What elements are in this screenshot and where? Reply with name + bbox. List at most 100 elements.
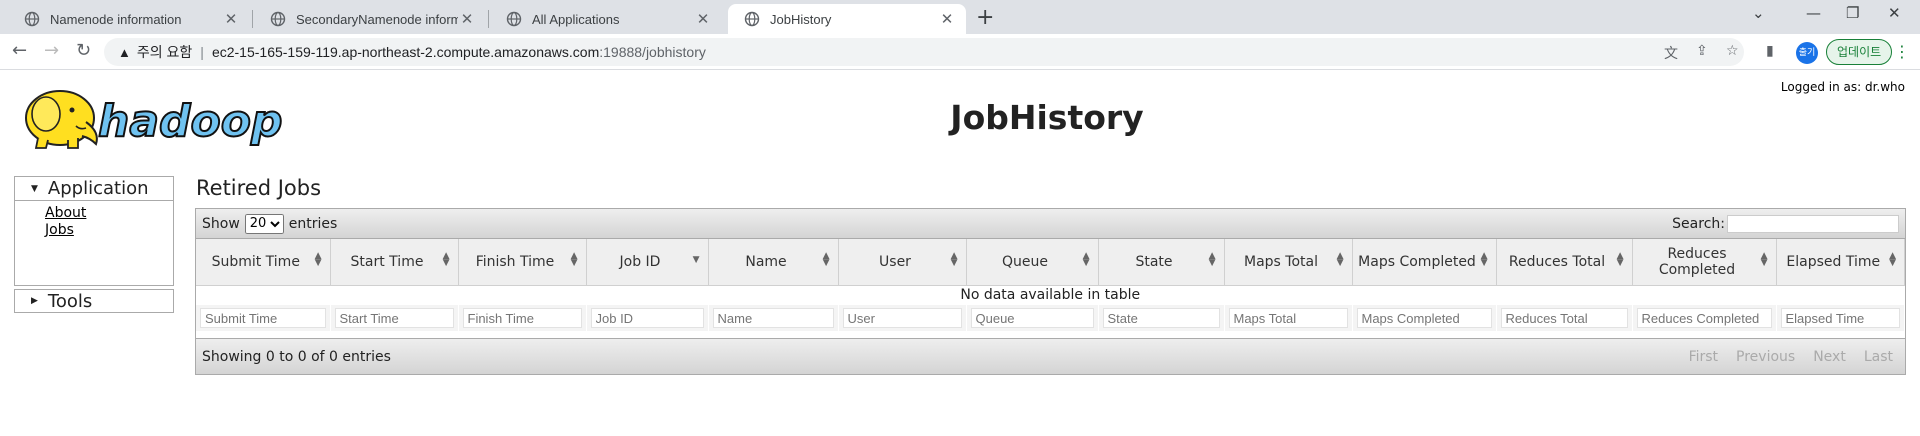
address-divider: | bbox=[200, 44, 204, 60]
close-icon[interactable]: ✕ bbox=[222, 10, 240, 28]
table-toolbar: Show 20 entries Search: bbox=[196, 209, 1905, 239]
column-header[interactable]: Maps Completed ▲ ▼ bbox=[1352, 239, 1497, 286]
filter-input-elapsed-time[interactable] bbox=[1780, 308, 1900, 328]
share-icon[interactable]: ⇪ bbox=[1696, 43, 1708, 59]
sidebar-section-application: ▼ Application About Jobs bbox=[14, 176, 174, 286]
avatar[interactable]: 출기 bbox=[1796, 42, 1818, 64]
filter-input-reduces-total[interactable] bbox=[1500, 308, 1628, 328]
filter-input-finish-time[interactable] bbox=[462, 308, 582, 328]
forward-arrow-icon[interactable]: → bbox=[44, 40, 59, 61]
filter-input-maps-completed[interactable] bbox=[1356, 308, 1492, 328]
column-header[interactable]: Start Time ▲ ▼ bbox=[330, 239, 459, 286]
restore-icon[interactable]: ❐ bbox=[1846, 4, 1859, 22]
tab-title: JobHistory bbox=[770, 11, 832, 27]
bookmark-star-icon[interactable]: ☆ bbox=[1726, 43, 1739, 59]
side-panel-icon[interactable]: ▮ bbox=[1766, 43, 1774, 59]
tab-title: All Applications bbox=[532, 11, 620, 27]
filter-input-reduces-completed[interactable] bbox=[1636, 308, 1772, 328]
sidebar-header-application[interactable]: ▼ Application bbox=[15, 177, 173, 201]
update-button[interactable]: 업데이트 bbox=[1826, 39, 1893, 65]
tab-separator bbox=[252, 10, 253, 28]
filter-input-state[interactable] bbox=[1102, 308, 1220, 328]
tab-title: Namenode information bbox=[50, 11, 182, 27]
globe-icon bbox=[24, 11, 40, 27]
column-header[interactable]: User ▲ ▼ bbox=[838, 239, 967, 286]
filter-row bbox=[196, 305, 1905, 331]
sort-icon: ▲ ▼ bbox=[314, 251, 322, 268]
tab-separator bbox=[488, 10, 489, 28]
show-label: Show bbox=[202, 215, 240, 232]
section-title: Retired Jobs bbox=[196, 176, 322, 200]
warning-icon[interactable]: ▲ bbox=[118, 45, 131, 60]
table-header-row: Submit Time ▲ ▼ Start Time ▲ ▼ Finish Time ▲ ▼… bbox=[196, 239, 1905, 286]
browser-tab-bar: Namenode information ✕ SecondaryNamenode… bbox=[0, 0, 1920, 34]
filter-input-job-id[interactable] bbox=[590, 308, 704, 328]
tab-all-applications[interactable]: All Applications ✕ bbox=[490, 4, 722, 34]
security-warning-label[interactable]: 주의 요함 bbox=[137, 42, 192, 62]
pager-last-button[interactable]: Last bbox=[1864, 349, 1893, 365]
sort-icon: ▲ ▼ bbox=[1336, 251, 1344, 268]
sort-icon: ▲ ▼ bbox=[1889, 251, 1896, 268]
filter-input-maps-total[interactable] bbox=[1228, 308, 1348, 328]
column-header[interactable]: Queue ▲ ▼ bbox=[966, 239, 1099, 286]
filter-input-start-time[interactable] bbox=[334, 308, 454, 328]
sort-icon: ▲ ▼ bbox=[1082, 251, 1090, 268]
column-header[interactable]: Elapsed Time ▲ ▼ bbox=[1776, 239, 1905, 286]
sort-icon: ▲ ▼ bbox=[1208, 251, 1216, 268]
page-content: Logged in as: dr.who hadoop JobHistory ▼… bbox=[0, 70, 1920, 436]
column-header[interactable]: Reduces Completed ▲ ▼ bbox=[1632, 239, 1777, 286]
filter-input-name[interactable] bbox=[712, 308, 834, 328]
tab-jobhistory[interactable]: JobHistory ✕ bbox=[728, 4, 966, 34]
pager-next-button[interactable]: Next bbox=[1813, 349, 1846, 365]
sort-desc-icon: ▼ bbox=[692, 255, 700, 265]
more-menu-icon[interactable]: ⋮ bbox=[1894, 42, 1910, 61]
new-tab-button[interactable]: + bbox=[976, 5, 994, 30]
chevron-down-icon[interactable]: ⌄ bbox=[1752, 4, 1765, 22]
hadoop-logo: hadoop bbox=[25, 90, 283, 149]
page-size-select[interactable]: 20 bbox=[244, 213, 284, 234]
pager-first-button[interactable]: First bbox=[1689, 349, 1718, 365]
close-icon[interactable]: ✕ bbox=[458, 10, 476, 28]
url-host: ec2-15-165-159-119.ap-northeast-2.comput… bbox=[211, 44, 600, 60]
column-header[interactable]: Reduces Total ▲ ▼ bbox=[1496, 239, 1633, 286]
tab-secondarynamenode[interactable]: SecondaryNamenode information ✕ bbox=[254, 4, 486, 34]
sidebar-link-jobs[interactable]: Jobs bbox=[45, 222, 173, 239]
column-header[interactable]: Job ID ▼ bbox=[586, 239, 709, 286]
close-window-icon[interactable]: ✕ bbox=[1888, 4, 1901, 22]
filter-input-user[interactable] bbox=[842, 308, 962, 328]
logo-wordmark: hadoop bbox=[98, 96, 282, 147]
back-arrow-icon[interactable]: ← bbox=[12, 40, 27, 61]
jobs-table: Submit Time ▲ ▼ Start Time ▲ ▼ Finish Time ▲ ▼… bbox=[196, 239, 1905, 331]
search-label: Search: bbox=[1672, 215, 1725, 232]
column-header[interactable]: Maps Total ▲ ▼ bbox=[1224, 239, 1353, 286]
table-row: No data available in table bbox=[196, 285, 1905, 305]
column-header[interactable]: Finish Time ▲ ▼ bbox=[458, 239, 587, 286]
column-header[interactable]: State ▲ ▼ bbox=[1098, 239, 1225, 286]
sort-icon: ▲ ▼ bbox=[1760, 251, 1768, 268]
sidebar-header-label: Tools bbox=[47, 290, 93, 312]
sidebar-header-tools[interactable]: ▶ Tools bbox=[15, 290, 173, 312]
sidebar-section-tools: ▶ Tools bbox=[14, 289, 174, 313]
pager-previous-button[interactable]: Previous bbox=[1736, 349, 1795, 365]
column-header[interactable]: Name ▲ ▼ bbox=[708, 239, 839, 286]
filter-input-queue[interactable] bbox=[970, 308, 1094, 328]
column-header[interactable]: Submit Time ▲ ▼ bbox=[196, 239, 331, 286]
filter-input-submit-time[interactable] bbox=[200, 308, 326, 328]
triangle-down-icon: ▼ bbox=[31, 183, 38, 194]
reload-icon[interactable]: ↻ bbox=[76, 40, 91, 61]
sidebar-links: About Jobs bbox=[15, 201, 173, 239]
table-footer: Showing 0 to 0 of 0 entries First Previo… bbox=[196, 338, 1905, 374]
translate-icon[interactable]: 文 bbox=[1664, 43, 1678, 63]
empty-message: No data available in table bbox=[960, 287, 1141, 304]
page-title: JobHistory bbox=[950, 98, 1144, 137]
search-input[interactable] bbox=[1727, 214, 1899, 233]
triangle-right-icon: ▶ bbox=[31, 296, 38, 306]
address-bar[interactable]: ▲ 주의 요함 | ec2-15-165-159-119.ap-northeas… bbox=[104, 38, 1744, 66]
minimize-icon[interactable]: — bbox=[1806, 4, 1821, 22]
close-icon[interactable]: ✕ bbox=[938, 10, 956, 28]
url-path: :19888/jobhistory bbox=[599, 44, 706, 60]
tab-namenode[interactable]: Namenode information ✕ bbox=[8, 4, 250, 34]
sort-icon: ▲ ▼ bbox=[442, 251, 450, 268]
sidebar-link-about[interactable]: About bbox=[45, 205, 173, 222]
close-icon[interactable]: ✕ bbox=[694, 10, 712, 28]
